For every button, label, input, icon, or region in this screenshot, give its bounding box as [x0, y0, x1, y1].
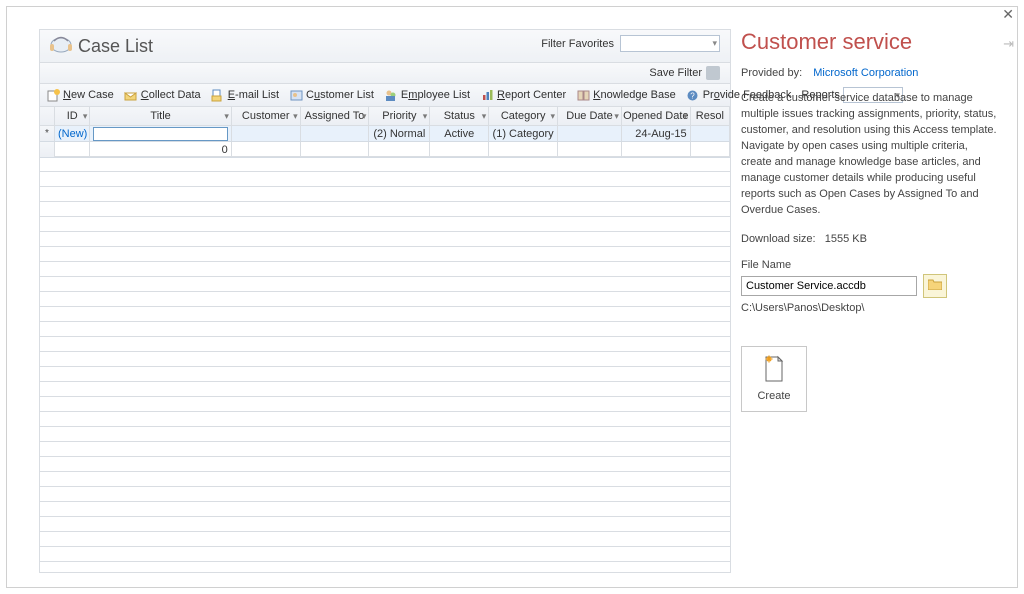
case-list-subheader: Save Filter: [40, 63, 730, 84]
browse-folder-button[interactable]: [923, 274, 947, 298]
filter-favorites-dropdown[interactable]: ▾: [620, 35, 720, 52]
create-label: Create: [757, 390, 790, 402]
new-row-indicator-icon: *: [40, 126, 55, 141]
col-priority[interactable]: Priority▾: [369, 107, 430, 125]
feedback-icon: ?: [686, 88, 700, 102]
template-description: Create a customer service database to ma…: [741, 91, 999, 219]
grid-row-summary: 0: [40, 142, 730, 158]
customer-list-icon: [289, 88, 303, 102]
download-size-label: Download size:: [741, 233, 816, 245]
row-header-blank2: [40, 142, 55, 157]
folder-icon: [928, 278, 942, 293]
provided-by-link[interactable]: Microsoft Corporation: [813, 67, 918, 79]
grid-row-new[interactable]: * (New) (2) Normal Active (1) Category 2…: [40, 126, 730, 142]
new-case-button[interactable]: New Case: [46, 88, 114, 102]
template-info-pane: Customer service Provided by: Microsoft …: [731, 7, 1017, 587]
summary-title: 0: [90, 142, 231, 157]
customer-list-button[interactable]: Customer List: [289, 88, 374, 102]
grid-body[interactable]: * (New) (2) Normal Active (1) Category 2…: [40, 126, 730, 572]
cell-resolved[interactable]: [691, 126, 730, 141]
collect-data-icon: [124, 88, 138, 102]
save-filter-icon[interactable]: [706, 66, 720, 80]
save-filter-label[interactable]: Save Filter: [649, 67, 702, 79]
col-customer[interactable]: Customer▾: [232, 107, 301, 125]
file-name-row: [741, 274, 999, 298]
file-name-label: File Name: [741, 259, 999, 271]
template-preview-dialog: Case List Filter Favorites ▾ Save Filter…: [6, 6, 1018, 588]
file-name-input[interactable]: [741, 276, 917, 296]
knowledge-base-icon: [576, 88, 590, 102]
cell-id[interactable]: (New): [55, 126, 90, 141]
employee-list-icon: [384, 88, 398, 102]
col-status[interactable]: Status▾: [430, 107, 489, 125]
new-case-icon: [46, 88, 60, 102]
col-resolved[interactable]: Resol: [691, 107, 730, 125]
col-category[interactable]: Category▾: [489, 107, 558, 125]
case-grid[interactable]: ID▾ Title▾ Customer▾ Assigned To▾ Priori…: [40, 107, 730, 572]
svg-text:?: ?: [690, 91, 695, 100]
new-document-icon: [763, 355, 785, 386]
cell-assigned-to[interactable]: [301, 126, 370, 141]
cell-customer[interactable]: [232, 126, 301, 141]
preview-pane: Case List Filter Favorites ▾ Save Filter…: [7, 7, 731, 587]
create-button[interactable]: Create: [741, 346, 807, 412]
download-size-value: 1555 KB: [825, 233, 867, 245]
case-list-panel: Case List Filter Favorites ▾ Save Filter…: [39, 29, 731, 573]
case-list-header: Case List Filter Favorites ▾: [40, 30, 730, 63]
headset-icon: [48, 36, 72, 56]
col-opened-date[interactable]: Opened Date▾: [622, 107, 691, 125]
grid-header-row: ID▾ Title▾ Customer▾ Assigned To▾ Priori…: [40, 107, 730, 126]
col-assigned-to[interactable]: Assigned To▾: [301, 107, 370, 125]
email-list-icon: [211, 88, 225, 102]
download-size-row: Download size: 1555 KB: [741, 233, 999, 245]
filter-favorites-row: Filter Favorites ▾: [541, 35, 720, 52]
knowledge-base-button[interactable]: Knowledge Base: [576, 88, 676, 102]
cell-status[interactable]: Active: [430, 126, 489, 141]
cell-priority[interactable]: (2) Normal: [369, 126, 430, 141]
collect-data-button[interactable]: Collect Data: [124, 88, 201, 102]
provided-by-row: Provided by: Microsoft Corporation: [741, 67, 999, 79]
col-id[interactable]: ID▾: [55, 107, 90, 125]
report-center-button[interactable]: Report Center: [480, 88, 566, 102]
save-path: C:\Users\Panos\Desktop\: [741, 302, 999, 314]
cell-title[interactable]: [90, 126, 231, 141]
email-list-button[interactable]: E-mail List: [211, 88, 279, 102]
new-case-text: ew Case: [71, 89, 114, 101]
report-center-icon: [480, 88, 494, 102]
cell-due-date[interactable]: [558, 126, 622, 141]
col-title[interactable]: Title▾: [90, 107, 231, 125]
cell-opened-date[interactable]: 24-Aug-15: [622, 126, 691, 141]
case-list-title: Case List: [78, 36, 153, 57]
filter-favorites-label: Filter Favorites: [541, 38, 614, 50]
template-title: Customer service: [741, 29, 999, 55]
case-list-toolbar: New Case Collect Data E-mail List Custom…: [40, 84, 730, 107]
employee-list-button[interactable]: Employee List: [384, 88, 470, 102]
provided-by-label: Provided by:: [741, 67, 802, 79]
col-due-date[interactable]: Due Date▾: [558, 107, 622, 125]
cell-category[interactable]: (1) Category: [489, 126, 558, 141]
row-header-blank: [40, 107, 55, 125]
